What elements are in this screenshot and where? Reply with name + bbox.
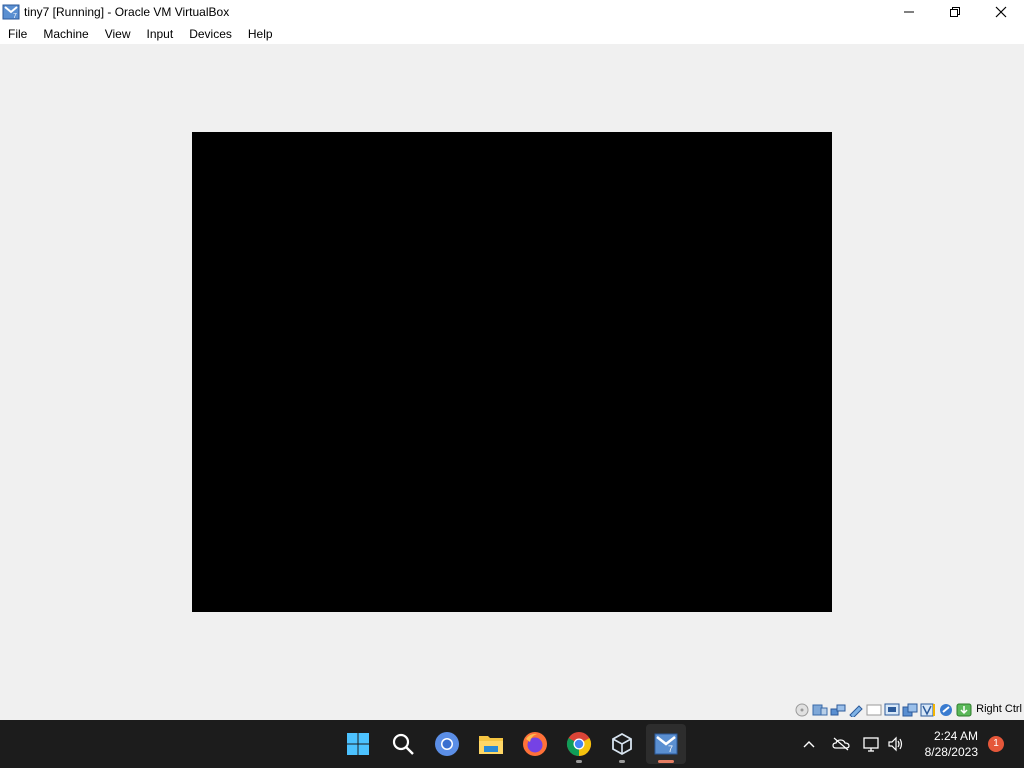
- volume-button[interactable]: [885, 720, 907, 768]
- display-icon[interactable]: [901, 702, 918, 718]
- volume-icon: [888, 736, 903, 752]
- vm-screen[interactable]: [192, 132, 832, 612]
- hard-disk-icon[interactable]: [793, 702, 810, 718]
- taskbar-file-explorer[interactable]: [471, 724, 511, 764]
- taskbar: 7 2:24 AM 8/28/2023: [0, 720, 1024, 768]
- audio-icon[interactable]: [829, 702, 846, 718]
- window-title: tiny7 [Running] - Oracle VM VirtualBox: [24, 5, 230, 19]
- network-status-button[interactable]: [861, 720, 883, 768]
- close-button[interactable]: [978, 0, 1024, 24]
- taskbar-virtualbox-manager[interactable]: [602, 724, 642, 764]
- status-bar: Right Ctrl: [0, 700, 1024, 720]
- search-button[interactable]: [383, 724, 423, 764]
- chrome-icon: [566, 732, 592, 756]
- menu-help[interactable]: Help: [240, 24, 281, 44]
- taskbar-chrome[interactable]: [559, 724, 599, 764]
- firefox-icon: [523, 732, 547, 756]
- taskbar-chromium[interactable]: [427, 724, 467, 764]
- taskbar-virtualbox-vm[interactable]: 7: [646, 724, 686, 764]
- host-key-label[interactable]: Right Ctrl: [976, 703, 1022, 715]
- clock[interactable]: 2:24 AM 8/28/2023: [918, 728, 978, 760]
- restore-button[interactable]: [932, 0, 978, 24]
- start-button[interactable]: [338, 724, 378, 764]
- usb-icon[interactable]: [865, 702, 882, 718]
- chevron-up-icon: [803, 741, 815, 748]
- shared-folders-icon[interactable]: [883, 702, 900, 718]
- svg-text:7: 7: [668, 744, 673, 754]
- file-explorer-icon: [479, 736, 503, 754]
- menu-machine[interactable]: Machine: [35, 24, 96, 44]
- close-icon: [995, 6, 1007, 18]
- network-icon[interactable]: [847, 702, 864, 718]
- minimize-button[interactable]: [886, 0, 932, 24]
- notification-badge[interactable]: 1: [988, 736, 1004, 752]
- menu-view[interactable]: View: [97, 24, 139, 44]
- svg-text:7: 7: [13, 13, 17, 20]
- menu-input[interactable]: Input: [139, 24, 182, 44]
- menu-devices[interactable]: Devices: [181, 24, 240, 44]
- video-capture-icon[interactable]: [919, 702, 936, 718]
- virtualization-icon[interactable]: [937, 702, 954, 718]
- onedrive-icon: [832, 737, 850, 751]
- search-icon: [392, 733, 414, 755]
- running-indicator: [619, 760, 625, 763]
- menu-bar: File Machine View Input Devices Help: [0, 24, 1024, 44]
- taskbar-firefox[interactable]: [515, 724, 555, 764]
- menu-file[interactable]: File: [0, 24, 35, 44]
- show-hidden-icons-button[interactable]: [799, 720, 819, 768]
- windows-start-icon: [347, 733, 369, 755]
- virtualbox-icon: 7: [2, 3, 20, 21]
- chromium-icon: [435, 732, 459, 756]
- vm-display-area: [0, 44, 1024, 700]
- virtualbox-manager-icon: [612, 732, 632, 756]
- optical-drive-icon[interactable]: [811, 702, 828, 718]
- active-indicator: [658, 760, 674, 763]
- clock-date: 8/28/2023: [924, 745, 978, 759]
- virtualbox-vm-icon: 7: [654, 733, 678, 755]
- minimize-icon: [904, 11, 914, 13]
- title-bar[interactable]: 7 tiny7 [Running] - Oracle VM VirtualBox: [0, 0, 1024, 24]
- network-icon: [863, 737, 879, 752]
- mouse-integration-icon[interactable]: [955, 702, 972, 718]
- clock-time: 2:24 AM: [933, 729, 978, 743]
- running-indicator: [576, 760, 582, 763]
- onedrive-button[interactable]: [829, 720, 853, 768]
- restore-icon: [950, 7, 960, 17]
